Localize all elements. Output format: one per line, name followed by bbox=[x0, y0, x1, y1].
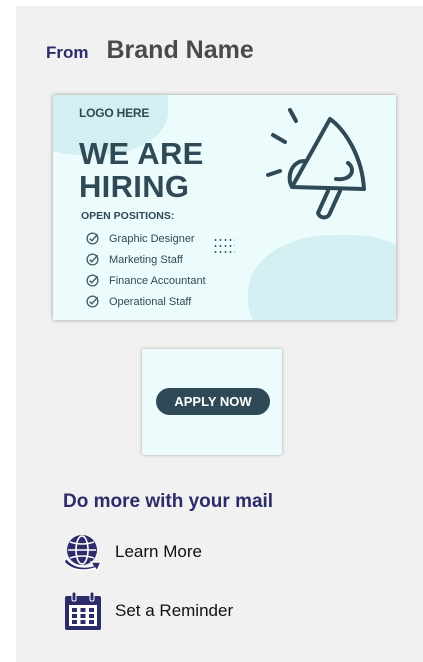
check-circle-icon bbox=[86, 295, 99, 308]
email-card: From Brand Name LOGO HERE WE ARE HIRING … bbox=[16, 6, 423, 662]
globe-icon bbox=[63, 535, 103, 572]
check-circle-icon bbox=[86, 274, 99, 287]
hiring-headline: WE ARE HIRING bbox=[79, 137, 204, 203]
list-item: Marketing Staff bbox=[86, 249, 206, 270]
do-more-title: Do more with your mail bbox=[63, 491, 274, 512]
decorative-dot-grid bbox=[213, 237, 235, 257]
hiring-banner-image: LOGO HERE WE ARE HIRING OPEN POSITIONS: … bbox=[53, 95, 396, 320]
megaphone-icon bbox=[266, 108, 366, 220]
position-label: Marketing Staff bbox=[109, 253, 183, 266]
logo-placeholder-text: LOGO HERE bbox=[79, 106, 150, 120]
from-label: From bbox=[46, 43, 89, 62]
apply-now-button[interactable]: APPLY NOW bbox=[156, 388, 270, 415]
headline-line-1: WE ARE bbox=[79, 136, 204, 171]
sender-row: From Brand Name bbox=[46, 36, 254, 65]
calendar-icon bbox=[65, 591, 101, 630]
list-item: Graphic Designer bbox=[86, 228, 206, 249]
open-positions-title: OPEN POSITIONS: bbox=[81, 210, 175, 222]
list-item: Operational Staff bbox=[86, 291, 206, 312]
check-circle-icon bbox=[86, 232, 99, 245]
positions-list: Graphic Designer Marketing Staff Finance… bbox=[86, 228, 206, 312]
learn-more-action[interactable]: Learn More bbox=[63, 532, 202, 572]
headline-line-2: HIRING bbox=[79, 169, 190, 204]
background-blob-bottom bbox=[248, 235, 396, 320]
position-label: Operational Staff bbox=[109, 295, 192, 308]
check-circle-icon bbox=[86, 253, 99, 266]
set-reminder-action[interactable]: Set a Reminder bbox=[63, 591, 233, 631]
position-label: Graphic Designer bbox=[109, 232, 195, 245]
learn-more-label: Learn More bbox=[115, 542, 202, 561]
list-item: Finance Accountant bbox=[86, 270, 206, 291]
brand-name: Brand Name bbox=[106, 36, 254, 64]
apply-banner: APPLY NOW bbox=[142, 349, 282, 455]
set-reminder-label: Set a Reminder bbox=[115, 601, 234, 620]
position-label: Finance Accountant bbox=[109, 274, 206, 287]
